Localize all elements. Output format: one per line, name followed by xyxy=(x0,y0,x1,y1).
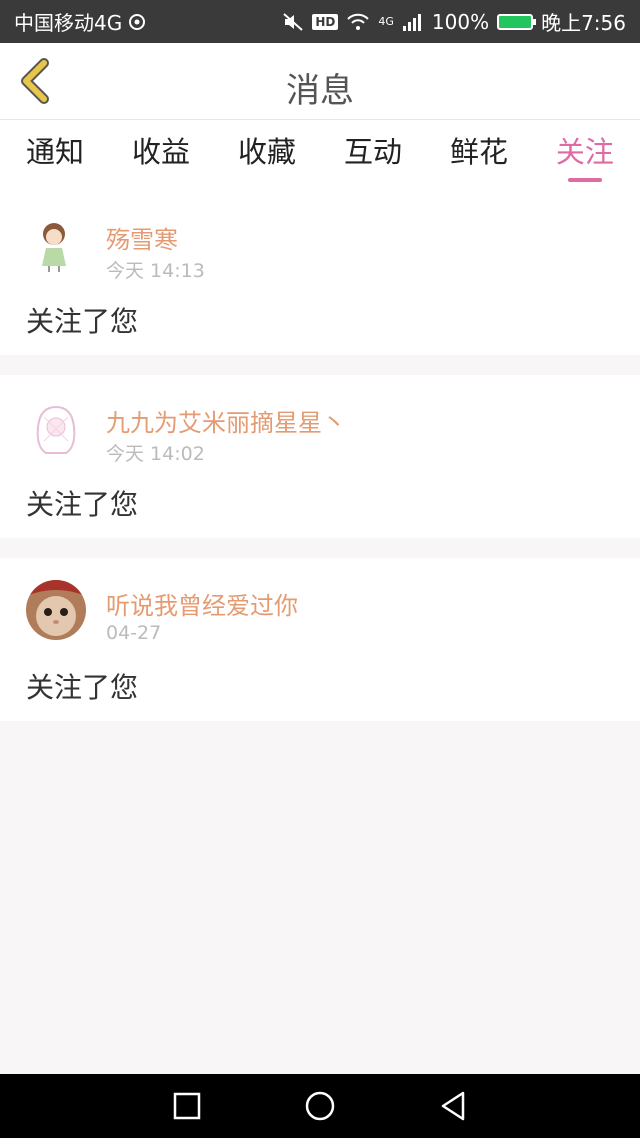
tab-label: 收益 xyxy=(131,135,190,169)
battery-icon xyxy=(497,13,537,30)
avatar[interactable] xyxy=(26,214,86,274)
sender-name[interactable]: 听说我曾经爱过你 xyxy=(106,586,298,621)
circle-icon xyxy=(305,1091,335,1121)
message-text: 关注了您 xyxy=(26,488,139,521)
status-bar: 中国移动4G HD 4G 100% 晚上7:56 xyxy=(0,0,640,43)
mute-icon xyxy=(282,12,304,32)
message-list: 殇雪寒 今天 14:13 关注了您 九九为艾米丽摘星星丶 今天 14:02 关注… xyxy=(0,192,640,741)
sync-icon xyxy=(128,13,146,31)
list-item[interactable]: 九九为艾米丽摘星星丶 今天 14:02 关注了您 xyxy=(0,375,640,538)
carrier-label: 中国移动4G xyxy=(14,11,123,35)
sender-name[interactable]: 九九为艾米丽摘星星丶 xyxy=(106,403,346,438)
carrier: 中国移动4G xyxy=(14,7,282,36)
tab-label: 鲜花 xyxy=(449,135,508,169)
system-nav-bar xyxy=(0,1074,640,1138)
tab-notice[interactable]: 通知 xyxy=(26,120,84,192)
tab-follow[interactable]: 关注 xyxy=(556,120,614,192)
square-icon xyxy=(173,1092,200,1120)
active-tab-indicator xyxy=(567,178,602,182)
tab-interaction[interactable]: 互动 xyxy=(344,120,402,192)
tab-income[interactable]: 收益 xyxy=(132,120,190,192)
triangle-back-icon xyxy=(442,1091,465,1121)
tab-favorites[interactable]: 收藏 xyxy=(238,120,296,192)
header: 消息 xyxy=(0,43,640,120)
sender-name[interactable]: 殇雪寒 xyxy=(106,220,178,255)
battery-percent: 100% xyxy=(431,9,490,34)
hd-badge: HD xyxy=(312,13,339,30)
list-item[interactable]: 殇雪寒 今天 14:13 关注了您 xyxy=(0,192,640,355)
page-title: 消息 xyxy=(286,71,354,111)
timestamp: 04-27 xyxy=(106,622,162,644)
recents-button[interactable] xyxy=(167,1086,207,1126)
tab-label: 收藏 xyxy=(237,135,296,169)
tab-flowers[interactable]: 鲜花 xyxy=(450,120,508,192)
tab-label: 关注 xyxy=(555,135,614,169)
tab-bar: 通知 收益 收藏 互动 鲜花 关注 xyxy=(0,120,640,192)
list-item[interactable]: 听说我曾经爱过你 04-27 关注了您 xyxy=(0,558,640,721)
message-text: 关注了您 xyxy=(26,305,139,338)
network-type: 4G xyxy=(378,15,394,28)
avatar[interactable] xyxy=(26,397,86,457)
home-button[interactable] xyxy=(300,1086,340,1126)
message-text: 关注了您 xyxy=(26,671,139,704)
tab-label: 互动 xyxy=(343,135,402,169)
timestamp: 今天 14:02 xyxy=(106,443,205,465)
signal-icon xyxy=(402,12,424,32)
wifi-icon xyxy=(346,12,370,32)
clock: 晚上7:56 xyxy=(541,11,626,35)
tab-label: 通知 xyxy=(26,135,85,169)
timestamp: 今天 14:13 xyxy=(106,260,205,282)
status-icons: HD 4G 100% 晚上7:56 xyxy=(282,7,626,36)
back-nav-button[interactable] xyxy=(433,1086,473,1126)
avatar[interactable] xyxy=(26,580,86,640)
